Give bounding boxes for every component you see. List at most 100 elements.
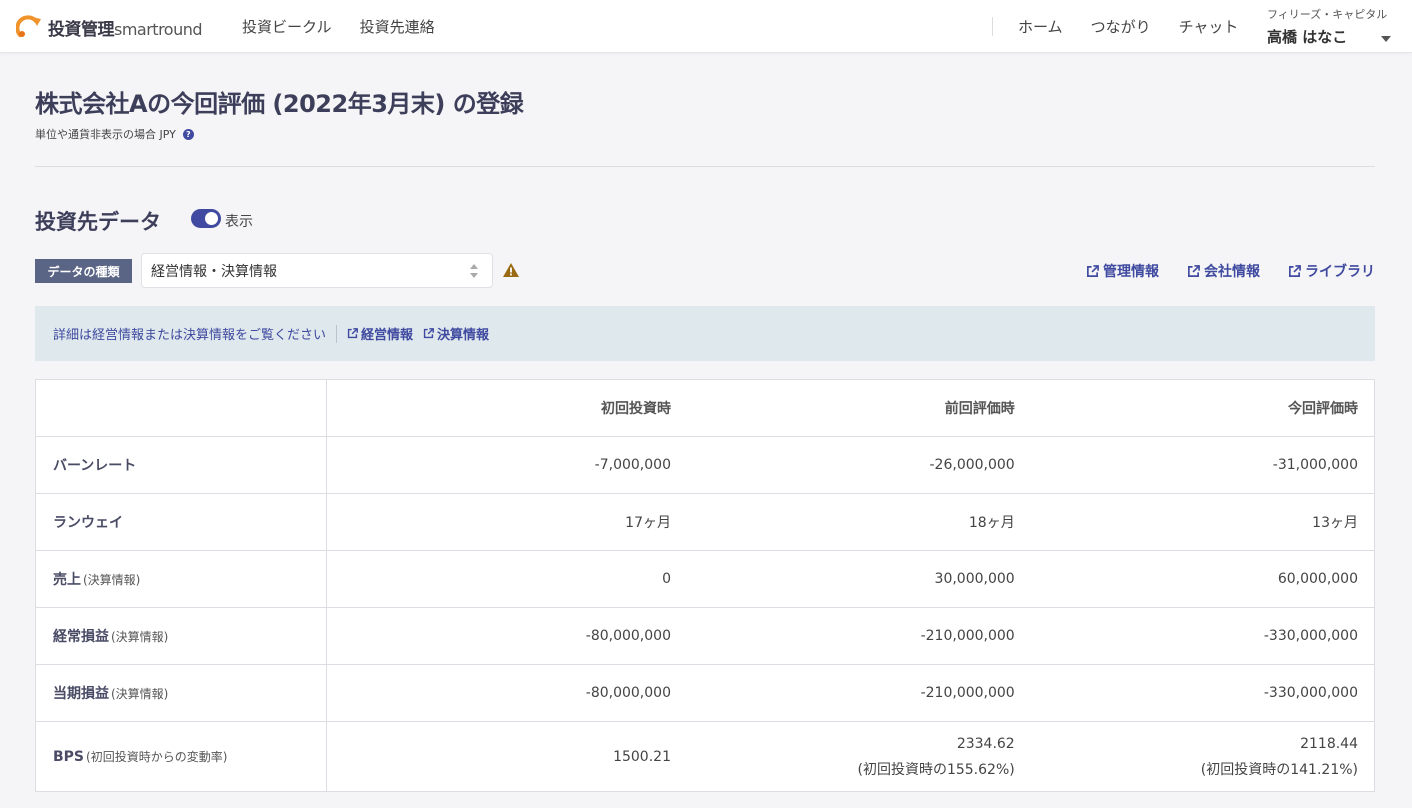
link-company-info[interactable]: 会社情報	[1187, 261, 1260, 281]
table-header-row: 初回投資時 前回評価時 今回評価時	[35, 379, 1375, 437]
nav-investment-vehicle[interactable]: 投資ビークル	[242, 16, 332, 37]
link-management-info-label: 管理情報	[1103, 264, 1159, 280]
row-label-text: 当期損益	[53, 686, 109, 702]
cell-initial: -80,000,000	[326, 664, 687, 722]
external-link-icon	[1188, 264, 1200, 277]
cell-current: -330,000,000	[1030, 607, 1375, 665]
link-library[interactable]: ライブラリ	[1288, 261, 1375, 281]
app-header: 投資管理smartround 投資ビークル 投資先連絡 ホーム つながり チャッ…	[0, 0, 1412, 53]
cell-previous: 30,000,000	[686, 550, 1031, 608]
info-bar: 詳細は経営情報または決算情報をご覧ください 経営情報 決算情報	[35, 306, 1375, 361]
external-link-icon	[423, 328, 434, 339]
nav-right: ホーム つながり チャット	[1018, 16, 1238, 37]
toggle-knob	[205, 212, 218, 225]
table-row: 当期損益 (決算情報) -80,000,000 -210,000,000 -330…	[35, 664, 1375, 722]
logo-text: 投資管理smartround	[48, 15, 203, 40]
row-label-text: ランウェイ	[53, 515, 123, 531]
bps-change: (初回投資時の141.21%)	[1200, 761, 1358, 778]
caret-down-icon	[1381, 36, 1391, 42]
cell-previous: 2334.62 (初回投資時の155.62%)	[686, 721, 1031, 792]
cell-initial: -80,000,000	[326, 607, 687, 665]
cell-current: 2118.44 (初回投資時の141.21%)	[1030, 721, 1375, 792]
cell-previous: 18ヶ月	[686, 493, 1031, 551]
external-link-icon	[1289, 264, 1301, 277]
row-label: 売上 (決算情報)	[35, 550, 327, 608]
table-header-previous: 前回評価時	[686, 379, 1031, 437]
table-row: 売上 (決算情報) 0 30,000,000 60,000,000	[35, 550, 1375, 608]
cell-initial: 17ヶ月	[326, 493, 687, 551]
row-label-note: (初回投資時からの変動率)	[86, 749, 228, 764]
help-icon[interactable]: ?	[182, 128, 194, 140]
row-label-note: (決算情報)	[111, 630, 169, 644]
user-company: フィリーズ・キャピタル	[1267, 8, 1388, 21]
row-label: 経常損益 (決算情報)	[35, 607, 327, 665]
logo-sub: smartround	[114, 19, 203, 39]
info-link-management[interactable]: 経営情報	[347, 324, 413, 343]
row-label-note: (決算情報)	[83, 573, 141, 587]
external-link-icon	[1087, 264, 1099, 277]
bps-value: 1500.21	[613, 748, 671, 765]
table-row: バーンレート -7,000,000 -26,000,000 -31,000,00…	[35, 436, 1375, 494]
cell-previous: -210,000,000	[686, 607, 1031, 665]
select-arrows-icon	[470, 264, 478, 278]
nav-connections[interactable]: つながり	[1091, 16, 1151, 37]
info-link-financial-label: 決算情報	[437, 328, 490, 343]
external-links: 管理情報 会社情報 ライブラリ	[1086, 261, 1375, 281]
table-row: ランウェイ 17ヶ月 18ヶ月 13ヶ月	[35, 493, 1375, 551]
cell-initial: 1500.21	[326, 721, 687, 792]
bps-value: 2334.62	[956, 735, 1015, 752]
nav-divider	[992, 17, 993, 36]
cell-initial: 0	[326, 550, 687, 608]
logo-icon	[16, 15, 41, 37]
cell-initial: -7,000,000	[326, 436, 687, 494]
unit-note-text: 単位や通貨非表示の場合 JPY	[35, 128, 176, 141]
cell-current: 13ヶ月	[1030, 493, 1375, 551]
row-label-note: (決算情報)	[111, 687, 169, 701]
data-type-label: データの種類	[35, 259, 132, 283]
section-title: 投資先データ	[35, 210, 161, 234]
row-label-text: 経常損益	[53, 629, 109, 645]
row-label-text: 売上	[53, 572, 81, 588]
nav-home[interactable]: ホーム	[1018, 16, 1063, 37]
table-row-bps: BPS (初回投資時からの変動率) 1500.21 2334.62 (初回投資時の1…	[35, 721, 1375, 792]
warning-icon[interactable]	[502, 262, 520, 278]
link-management-info[interactable]: 管理情報	[1086, 261, 1159, 281]
logo-main: 投資管理	[48, 19, 115, 40]
info-link-management-label: 経営情報	[361, 328, 414, 343]
table-header-current: 今回評価時	[1030, 379, 1375, 437]
data-table: 初回投資時 前回評価時 今回評価時 バーンレート -7,000,000 -26,…	[35, 379, 1375, 792]
user-name: 高橋 はなこ	[1267, 28, 1348, 46]
unit-note: 単位や通貨非表示の場合 JPY ?	[35, 126, 194, 142]
toggle-label: 表示	[225, 214, 253, 230]
page-title: 株式会社Aの今回評価 (2022年3月末) の登録	[35, 90, 524, 118]
cell-previous: -26,000,000	[686, 436, 1031, 494]
link-library-label: ライブラリ	[1305, 264, 1375, 280]
external-link-icon	[347, 328, 358, 339]
select-value: 経営情報・決算情報	[151, 263, 277, 280]
app-logo[interactable]: 投資管理smartround	[16, 14, 203, 40]
row-label-text: BPS	[53, 748, 85, 765]
bps-change: (初回投資時の155.62%)	[857, 761, 1015, 778]
info-separator	[336, 324, 338, 343]
row-label: BPS (初回投資時からの変動率)	[35, 721, 327, 792]
cell-current: 60,000,000	[1030, 550, 1375, 608]
nav-chat[interactable]: チャット	[1179, 16, 1239, 37]
nav-left: 投資ビークル 投資先連絡	[242, 16, 435, 37]
link-company-info-label: 会社情報	[1204, 264, 1260, 280]
nav-portfolio-contact[interactable]: 投資先連絡	[360, 16, 435, 37]
table-header-label	[35, 379, 327, 437]
user-menu[interactable]: フィリーズ・キャピタル 高橋 はなこ	[1267, 6, 1397, 50]
row-label: ランウェイ	[35, 493, 327, 551]
table-row: 経常損益 (決算情報) -80,000,000 -210,000,000 -330…	[35, 607, 1375, 665]
row-label: 当期損益 (決算情報)	[35, 664, 327, 722]
row-label: バーンレート	[35, 436, 327, 494]
info-link-financial[interactable]: 決算情報	[423, 324, 489, 343]
cell-previous: -210,000,000	[686, 664, 1031, 722]
bps-value: 2118.44	[1300, 735, 1358, 752]
table-header-initial: 初回投資時	[326, 379, 687, 437]
display-toggle[interactable]	[191, 209, 221, 228]
cell-current: -31,000,000	[1030, 436, 1375, 494]
cell-current: -330,000,000	[1030, 664, 1375, 722]
row-label-text: バーンレート	[53, 458, 137, 474]
data-type-select[interactable]: 経営情報・決算情報	[141, 253, 493, 288]
